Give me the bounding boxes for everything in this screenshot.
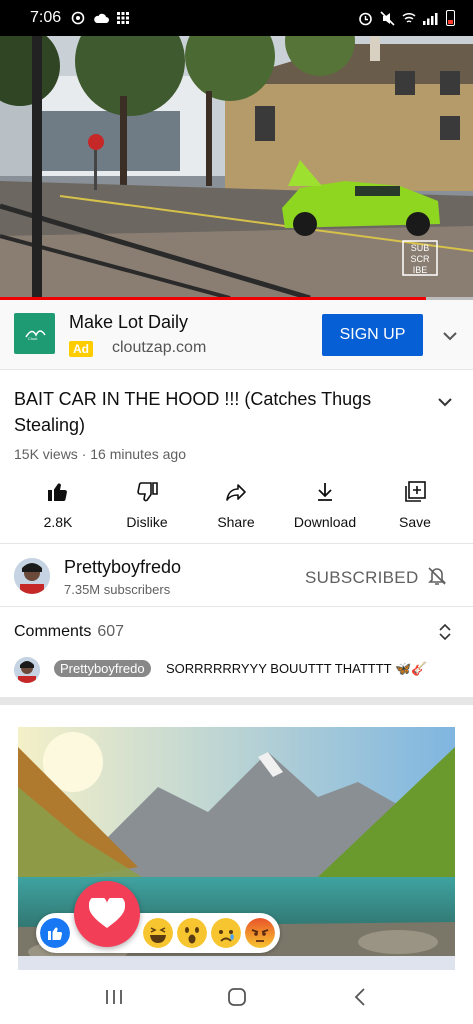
notification-bell-off-icon[interactable] xyxy=(426,565,448,587)
save-to-playlist-icon xyxy=(405,481,426,502)
comment-author-badge[interactable]: Prettyboyfredo xyxy=(54,660,151,677)
video-title[interactable]: BAIT CAR IN THE HOOD !!! (Catches Thugs … xyxy=(14,386,414,438)
sync-icon xyxy=(71,11,85,25)
channel-name[interactable]: Prettyboyfredo xyxy=(64,557,181,578)
channel-avatar[interactable] xyxy=(14,558,50,594)
save-label: Save xyxy=(399,514,431,530)
thumbs-down-icon xyxy=(137,482,158,502)
ad-logo[interactable]: Clout xyxy=(14,313,55,354)
section-divider xyxy=(0,697,473,705)
like-button[interactable]: 2.8K xyxy=(18,480,98,530)
subscribed-button[interactable]: SUBSCRIBED xyxy=(305,568,419,588)
ad-badge: Ad xyxy=(69,341,93,357)
comments-label: Comments xyxy=(14,623,92,640)
thumbs-up-icon xyxy=(48,483,67,502)
subscriber-count: 7.35M subscribers xyxy=(64,582,171,597)
comment-avatar[interactable] xyxy=(14,657,40,683)
chevron-down-icon[interactable] xyxy=(440,326,460,346)
video-frame: SUB SCR IBE xyxy=(0,36,473,298)
back-button[interactable] xyxy=(345,985,375,1009)
battery-low-icon xyxy=(446,10,455,26)
download-button[interactable]: Download xyxy=(285,480,365,530)
video-meta: 15K views · 16 minutes ago xyxy=(14,446,186,462)
back-icon xyxy=(354,988,365,1006)
dislike-label: Dislike xyxy=(126,514,168,530)
signal-icon xyxy=(423,12,438,25)
dislike-button[interactable]: Dislike xyxy=(107,480,187,530)
angry-reaction-icon[interactable] xyxy=(245,918,275,948)
sign-up-button[interactable]: SIGN UP xyxy=(322,314,423,356)
comment-text: SORRRRRRYYY BOUUTTT THATTTT 🦋🎸 xyxy=(166,661,428,676)
system-nav-bar xyxy=(0,970,473,1024)
recents-icon xyxy=(106,990,122,1004)
channel-row[interactable]: Prettyboyfredo 7.35M subscribers SUBSCRI… xyxy=(0,544,473,607)
card-footer xyxy=(18,956,455,970)
expand-description-icon[interactable] xyxy=(435,392,455,412)
clover-icon: Clout xyxy=(24,329,46,341)
like-reaction-icon[interactable] xyxy=(40,918,70,948)
grid-icon xyxy=(117,12,130,24)
like-count: 2.8K xyxy=(43,514,73,530)
wifi-icon xyxy=(402,12,416,23)
alarm-icon xyxy=(359,12,372,25)
haha-reaction-icon[interactable] xyxy=(143,918,173,948)
download-label: Download xyxy=(293,514,357,530)
home-icon xyxy=(228,988,246,1006)
action-bar: 2.8K Dislike Share Download Save xyxy=(0,470,473,544)
save-button[interactable]: Save xyxy=(375,480,455,530)
share-label: Share xyxy=(217,514,255,530)
svg-text:Clout: Clout xyxy=(28,336,38,341)
expand-collapse-icon[interactable] xyxy=(438,623,452,641)
comments-header[interactable]: Comments 607 xyxy=(14,623,124,641)
share-button[interactable]: Share xyxy=(196,480,276,530)
love-reaction-icon[interactable] xyxy=(74,881,140,947)
sad-reaction-icon[interactable] xyxy=(211,918,241,948)
reactions-bar[interactable] xyxy=(36,913,280,953)
video-player[interactable]: SUB SCR IBE xyxy=(0,36,473,298)
share-icon xyxy=(226,484,246,501)
top-comment[interactable]: Prettyboyfredo SORRRRRRYYY BOUUTTT THATT… xyxy=(14,657,459,683)
download-icon xyxy=(318,483,332,501)
ad-banner[interactable]: Clout Make Lot Daily Ad cloutzap.com SIG… xyxy=(0,300,473,370)
mute-icon xyxy=(380,10,395,26)
comments-count: 607 xyxy=(97,623,125,640)
ad-title[interactable]: Make Lot Daily xyxy=(69,312,188,333)
watermark-line-3: IBE xyxy=(413,265,428,275)
status-time: 7:06 xyxy=(30,9,62,26)
watermark-line-2: SCR xyxy=(410,254,430,264)
cloud-icon xyxy=(94,13,110,23)
ad-domain: cloutzap.com xyxy=(112,339,207,356)
wow-reaction-icon[interactable] xyxy=(177,918,207,948)
watermark-line-1: SUB xyxy=(411,243,430,253)
home-button[interactable] xyxy=(222,985,252,1009)
status-bar: 7:06 xyxy=(0,0,473,36)
recents-button[interactable] xyxy=(99,985,129,1009)
